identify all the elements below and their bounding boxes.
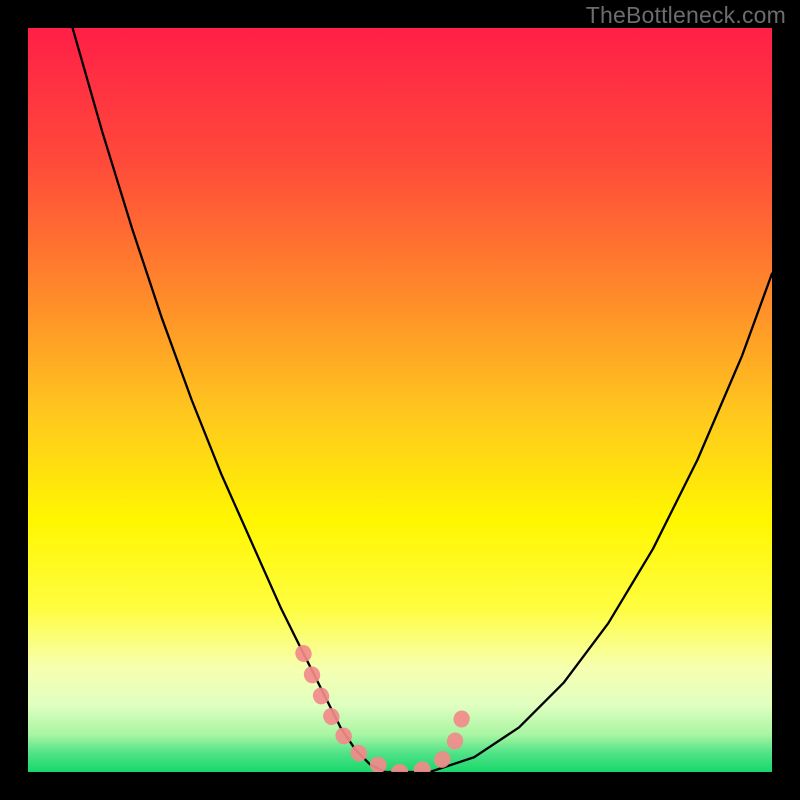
chart-frame: TheBottleneck.com	[0, 0, 800, 800]
trough-highlight	[303, 653, 467, 772]
bottleneck-curve	[73, 28, 772, 772]
watermark-text: TheBottleneck.com	[586, 2, 786, 29]
chart-plot-area	[28, 28, 772, 772]
curve-layer	[28, 28, 772, 772]
